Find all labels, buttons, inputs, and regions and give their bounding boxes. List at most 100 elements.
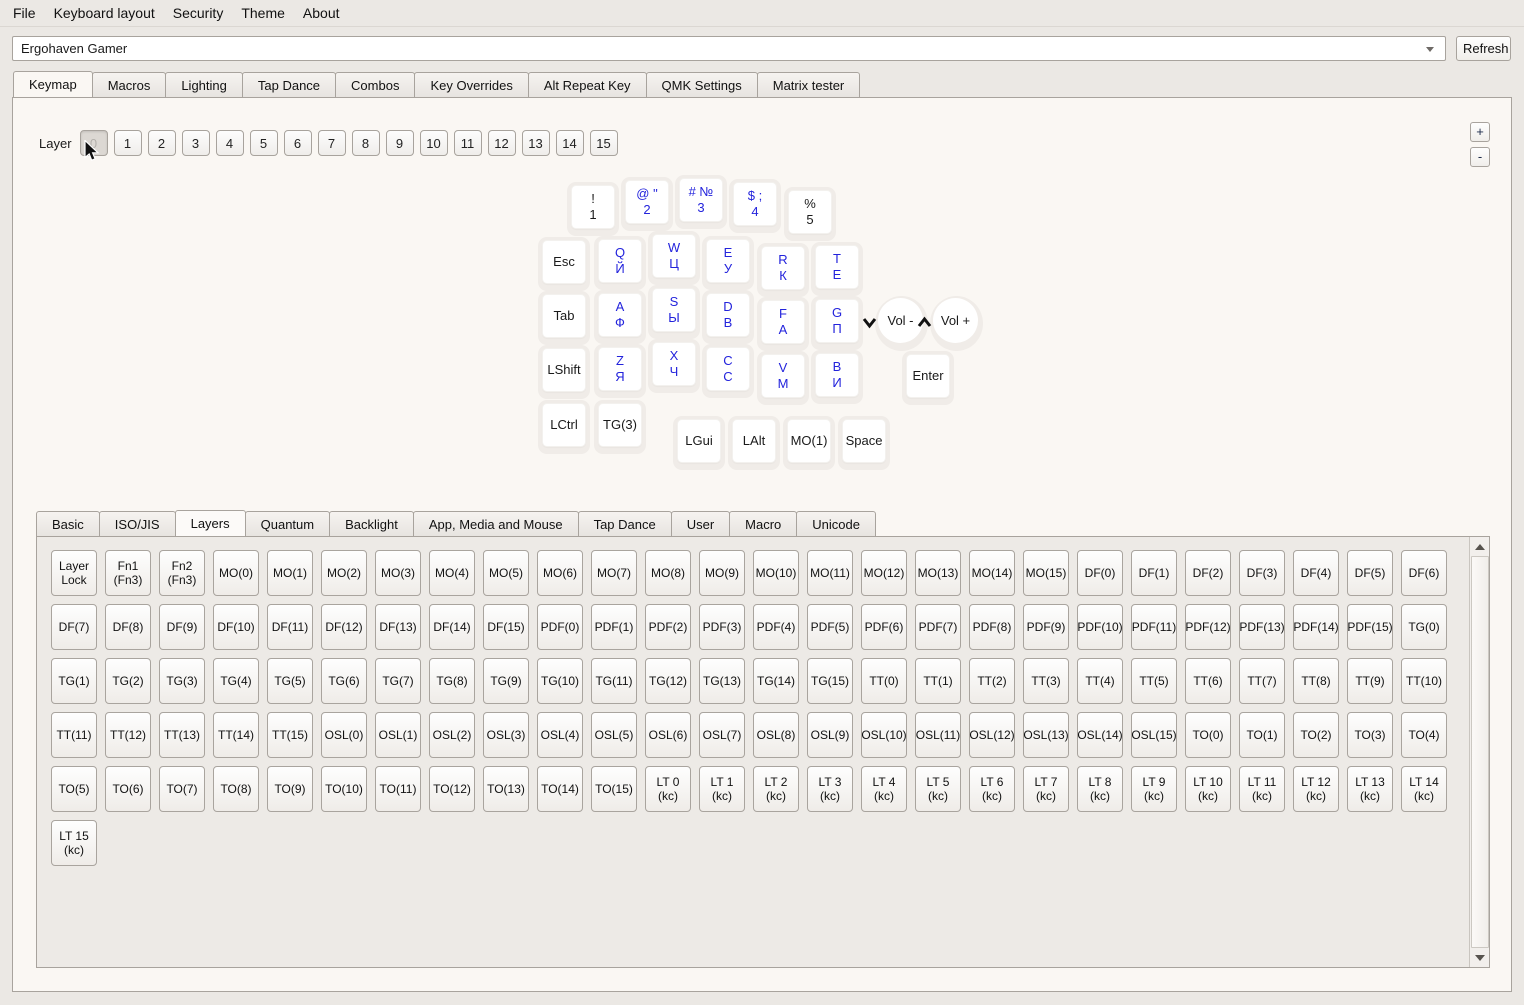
keycode-layer-lock[interactable]: Layer Lock <box>51 550 97 596</box>
keycode-tg-2[interactable]: TG(2) <box>105 658 151 704</box>
keycode-tg-11[interactable]: TG(11) <box>591 658 637 704</box>
keycode-to-10[interactable]: TO(10) <box>321 766 367 812</box>
keycode-pdf-6[interactable]: PDF(6) <box>861 604 907 650</box>
keycode-to-7[interactable]: TO(7) <box>159 766 205 812</box>
device-select[interactable]: Ergohaven Gamer <box>12 36 1446 61</box>
key-x[interactable]: XЧ <box>648 339 700 393</box>
keycode-mo-3[interactable]: MO(3) <box>375 550 421 596</box>
key-t[interactable]: TЕ <box>811 242 863 296</box>
keycode-mo-14[interactable]: MO(14) <box>969 550 1015 596</box>
keycode-osl-3[interactable]: OSL(3) <box>483 712 529 758</box>
tab-basic[interactable]: Basic <box>36 511 100 537</box>
keycode-to-4[interactable]: TO(4) <box>1401 712 1447 758</box>
keycode-tt-12[interactable]: TT(12) <box>105 712 151 758</box>
keycode-tt-10[interactable]: TT(10) <box>1401 658 1447 704</box>
scrollbar[interactable] <box>1469 537 1489 967</box>
key-3[interactable]: # №3 <box>675 175 727 229</box>
key-mo-1[interactable]: MO(1) <box>783 416 835 470</box>
keycode-pdf-13[interactable]: PDF(13) <box>1239 604 1285 650</box>
keycode-tt-15[interactable]: TT(15) <box>267 712 313 758</box>
keycode-tg-5[interactable]: TG(5) <box>267 658 313 704</box>
tab-macros[interactable]: Macros <box>92 72 167 98</box>
keycode-mo-0[interactable]: MO(0) <box>213 550 259 596</box>
keycode-tg-15[interactable]: TG(15) <box>807 658 853 704</box>
keycode-lt-9-kc[interactable]: LT 9 (kc) <box>1131 766 1177 812</box>
keycode-osl-14[interactable]: OSL(14) <box>1077 712 1123 758</box>
keycode-pdf-3[interactable]: PDF(3) <box>699 604 745 650</box>
key-4[interactable]: $ ;4 <box>729 179 781 233</box>
keycode-df-15[interactable]: DF(15) <box>483 604 529 650</box>
key-tg-3[interactable]: TG(3) <box>594 400 646 454</box>
key-e[interactable]: EУ <box>702 236 754 290</box>
keycode-mo-8[interactable]: MO(8) <box>645 550 691 596</box>
key-1[interactable]: !1 <box>567 182 619 236</box>
key-tab[interactable]: Tab <box>538 291 590 345</box>
keycode-df-12[interactable]: DF(12) <box>321 604 367 650</box>
keycode-tg-14[interactable]: TG(14) <box>753 658 799 704</box>
keycode-tg-9[interactable]: TG(9) <box>483 658 529 704</box>
keycode-osl-6[interactable]: OSL(6) <box>645 712 691 758</box>
keycode-lt-3-kc[interactable]: LT 3 (kc) <box>807 766 853 812</box>
keycode-pdf-15[interactable]: PDF(15) <box>1347 604 1393 650</box>
keycode-tt-6[interactable]: TT(6) <box>1185 658 1231 704</box>
keycode-pdf-12[interactable]: PDF(12) <box>1185 604 1231 650</box>
keycode-osl-0[interactable]: OSL(0) <box>321 712 367 758</box>
menu-item-theme[interactable]: Theme <box>232 1 294 25</box>
refresh-button[interactable]: Refresh <box>1456 36 1511 61</box>
tab-combos[interactable]: Combos <box>335 72 415 98</box>
keycode-fn1-fn3[interactable]: Fn1 (Fn3) <box>105 550 151 596</box>
keycode-pdf-11[interactable]: PDF(11) <box>1131 604 1177 650</box>
key-r[interactable]: RК <box>757 243 809 297</box>
keycode-tt-2[interactable]: TT(2) <box>969 658 1015 704</box>
keycode-lt-2-kc[interactable]: LT 2 (kc) <box>753 766 799 812</box>
keycode-df-6[interactable]: DF(6) <box>1401 550 1447 596</box>
menu-item-about[interactable]: About <box>294 1 349 25</box>
keycode-to-2[interactable]: TO(2) <box>1293 712 1339 758</box>
keycode-to-12[interactable]: TO(12) <box>429 766 475 812</box>
keycode-osl-12[interactable]: OSL(12) <box>969 712 1015 758</box>
keycode-osl-10[interactable]: OSL(10) <box>861 712 907 758</box>
keycode-tg-10[interactable]: TG(10) <box>537 658 583 704</box>
tab-iso-jis[interactable]: ISO/JIS <box>99 511 176 537</box>
keycode-pdf-5[interactable]: PDF(5) <box>807 604 853 650</box>
keycode-df-4[interactable]: DF(4) <box>1293 550 1339 596</box>
keycode-mo-1[interactable]: MO(1) <box>267 550 313 596</box>
keycode-osl-9[interactable]: OSL(9) <box>807 712 853 758</box>
keycode-to-1[interactable]: TO(1) <box>1239 712 1285 758</box>
keycode-osl-1[interactable]: OSL(1) <box>375 712 421 758</box>
keycode-tg-6[interactable]: TG(6) <box>321 658 367 704</box>
keycode-tt-11[interactable]: TT(11) <box>51 712 97 758</box>
key-c[interactable]: CС <box>702 344 754 398</box>
keycode-lt-0-kc[interactable]: LT 0 (kc) <box>645 766 691 812</box>
tab-lighting[interactable]: Lighting <box>165 72 243 98</box>
tab-backlight[interactable]: Backlight <box>329 511 414 537</box>
key-lctrl[interactable]: LCtrl <box>538 400 590 454</box>
keycode-mo-5[interactable]: MO(5) <box>483 550 529 596</box>
keycode-osl-11[interactable]: OSL(11) <box>915 712 961 758</box>
keycode-pdf-1[interactable]: PDF(1) <box>591 604 637 650</box>
scrollbar-thumb[interactable] <box>1471 556 1489 948</box>
keycode-df-2[interactable]: DF(2) <box>1185 550 1231 596</box>
keycode-to-14[interactable]: TO(14) <box>537 766 583 812</box>
keycode-df-10[interactable]: DF(10) <box>213 604 259 650</box>
keycode-to-0[interactable]: TO(0) <box>1185 712 1231 758</box>
keycode-pdf-9[interactable]: PDF(9) <box>1023 604 1069 650</box>
key-lgui[interactable]: LGui <box>673 416 725 470</box>
keycode-to-5[interactable]: TO(5) <box>51 766 97 812</box>
keycode-tt-4[interactable]: TT(4) <box>1077 658 1123 704</box>
keycode-lt-8-kc[interactable]: LT 8 (kc) <box>1077 766 1123 812</box>
keycode-mo-11[interactable]: MO(11) <box>807 550 853 596</box>
keycode-pdf-0[interactable]: PDF(0) <box>537 604 583 650</box>
tab-app-media-and-mouse[interactable]: App, Media and Mouse <box>413 511 579 537</box>
tab-layers[interactable]: Layers <box>175 510 246 537</box>
key-enter[interactable]: Enter <box>902 351 954 405</box>
key-f[interactable]: FА <box>757 297 809 351</box>
keycode-lt-5-kc[interactable]: LT 5 (kc) <box>915 766 961 812</box>
keycode-tt-1[interactable]: TT(1) <box>915 658 961 704</box>
keycode-df-7[interactable]: DF(7) <box>51 604 97 650</box>
keycode-to-9[interactable]: TO(9) <box>267 766 313 812</box>
keycode-mo-13[interactable]: MO(13) <box>915 550 961 596</box>
keycode-lt-6-kc[interactable]: LT 6 (kc) <box>969 766 1015 812</box>
keycode-df-5[interactable]: DF(5) <box>1347 550 1393 596</box>
key-v[interactable]: VМ <box>757 351 809 405</box>
